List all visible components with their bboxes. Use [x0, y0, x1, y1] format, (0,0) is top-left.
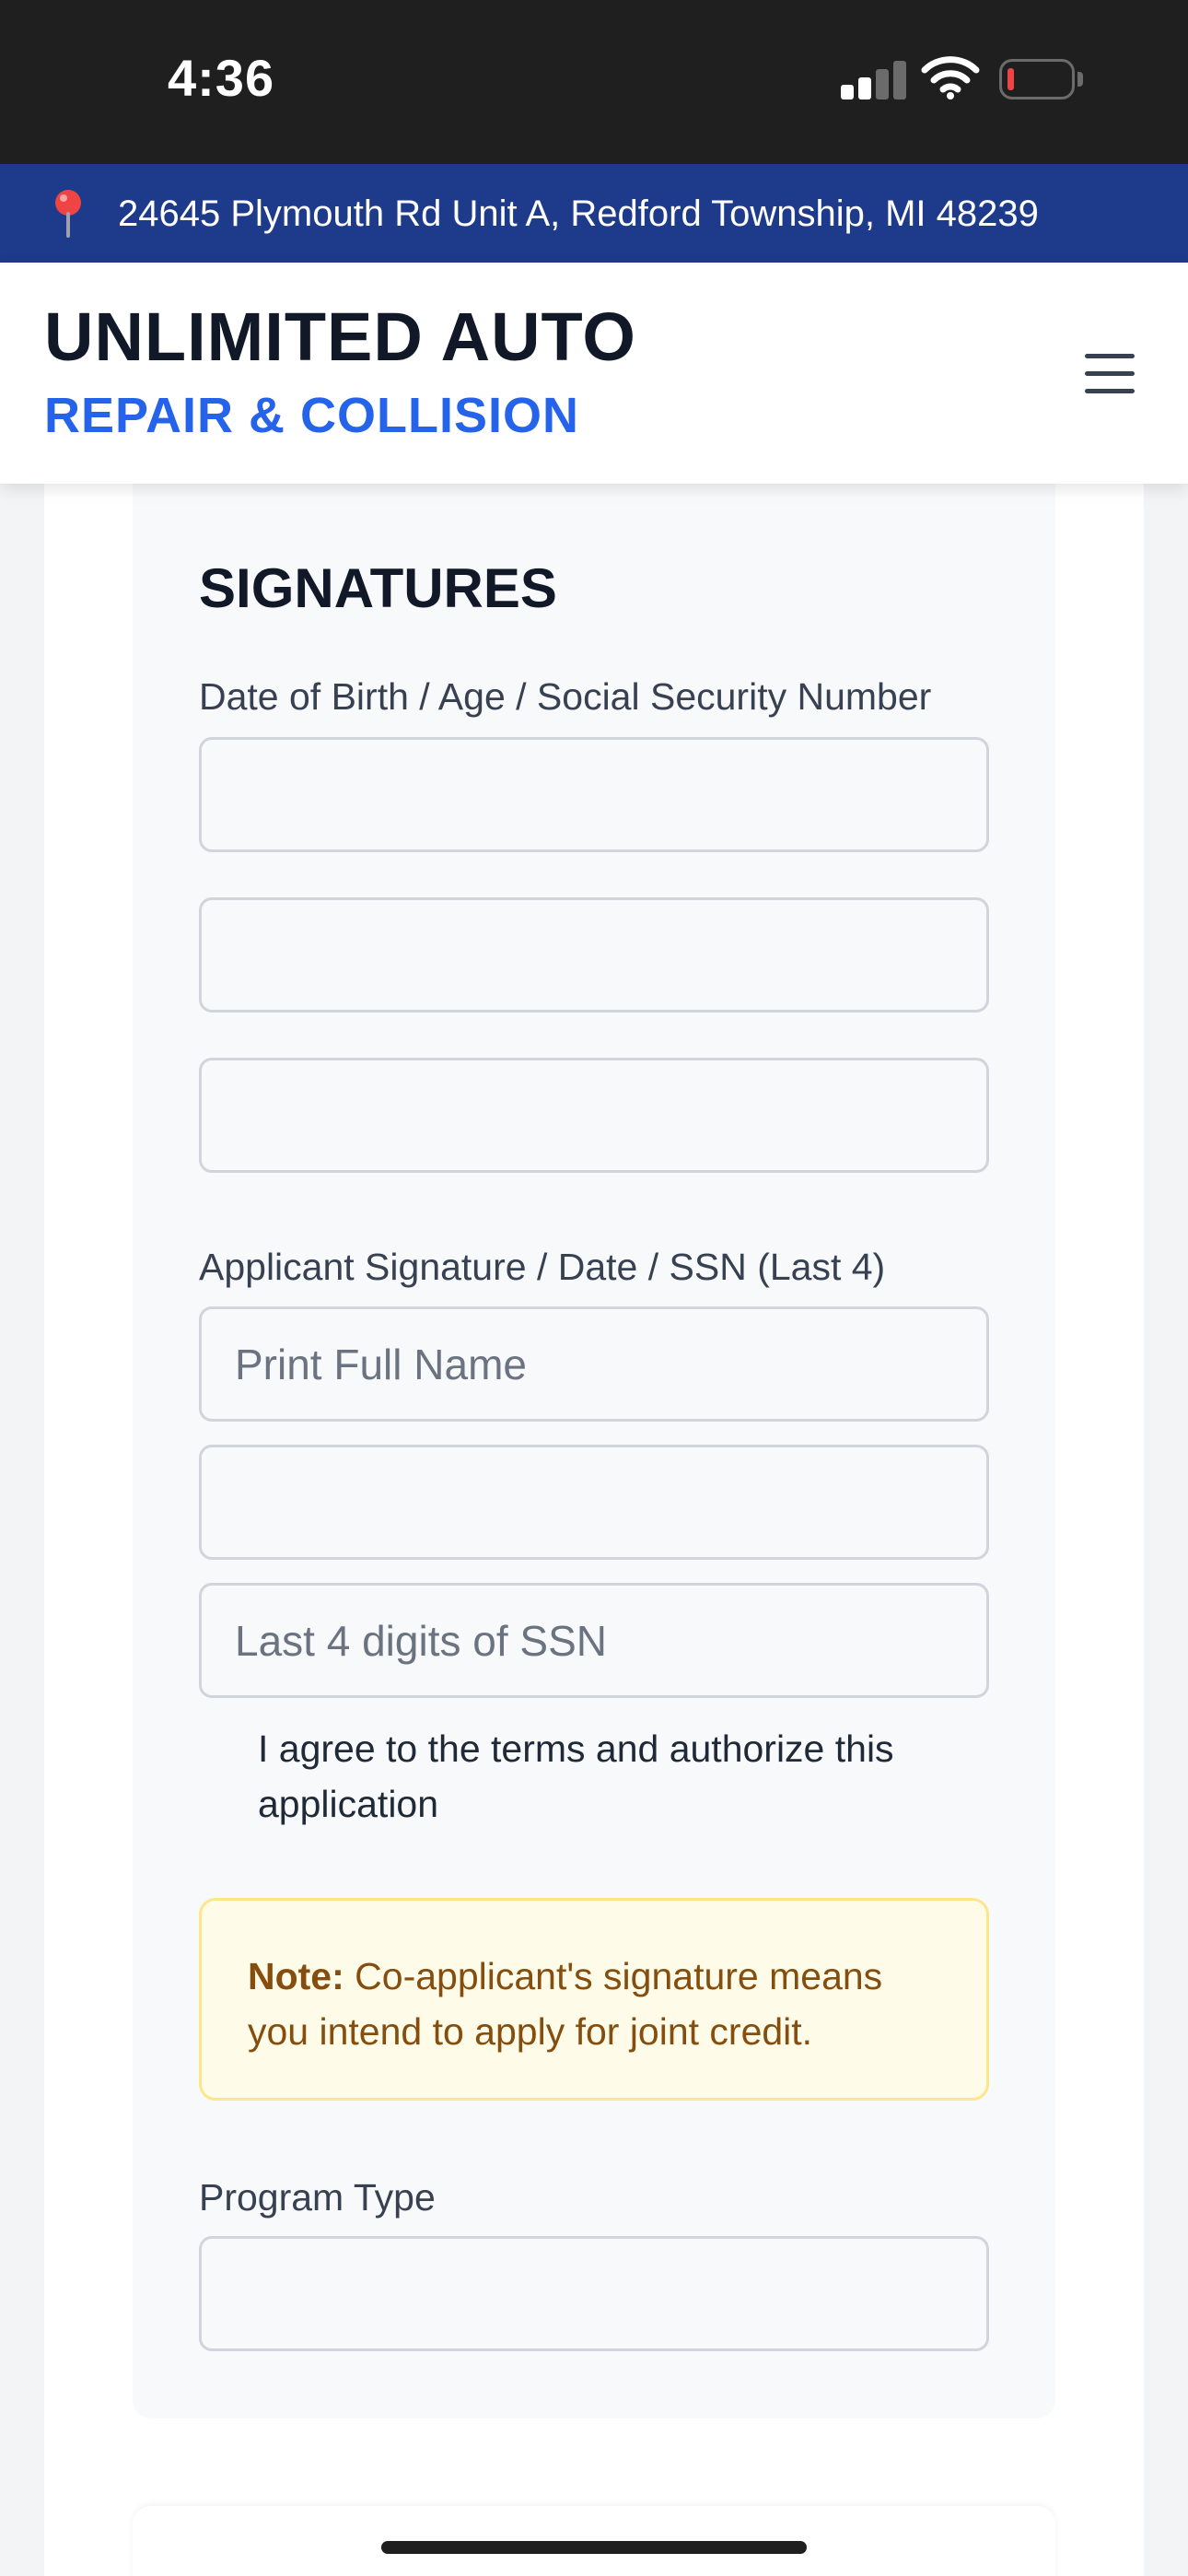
address-text[interactable]: 24645 Plymouth Rd Unit A, Redford Townsh… — [118, 193, 1039, 235]
status-bar: 4:36 — [0, 0, 1188, 164]
applicant-group-label: Applicant Signature / Date / SSN (Last 4… — [199, 1246, 886, 1288]
brand-name[interactable]: UNLIMITED AUTO — [44, 298, 636, 376]
address-bar: 24645 Plymouth Rd Unit A, Redford Townsh… — [0, 164, 1188, 263]
date-of-birth-input[interactable] — [199, 737, 989, 852]
site-header: UNLIMITED AUTO REPAIR & COLLISION — [0, 263, 1188, 484]
co-applicant-note: Note: Co-applicant's signature means you… — [199, 1898, 989, 2101]
dob-group-label: Date of Birth / Age / Social Security Nu… — [199, 675, 932, 718]
program-type-input[interactable] — [199, 2236, 989, 2351]
signal-icon — [841, 61, 906, 100]
note-prefix: Note: — [248, 1955, 344, 1997]
signature-date-input[interactable] — [199, 1445, 989, 1560]
map-pin-icon — [55, 190, 81, 238]
home-indicator[interactable] — [381, 2541, 807, 2554]
ssn-last4-input[interactable] — [199, 1583, 989, 1698]
age-input[interactable] — [199, 897, 989, 1013]
agree-checkbox-label[interactable]: I agree to the terms and authorize this … — [258, 1721, 958, 1832]
wifi-icon — [921, 56, 980, 100]
battery-icon — [999, 59, 1084, 100]
program-type-label: Program Type — [199, 2176, 436, 2219]
hamburger-menu-icon[interactable] — [1077, 341, 1142, 405]
full-name-input[interactable] — [199, 1306, 989, 1422]
ssn-input[interactable] — [199, 1058, 989, 1173]
section-title: SIGNATURES — [199, 557, 557, 619]
status-time: 4:36 — [168, 49, 275, 107]
brand-tagline[interactable]: REPAIR & COLLISION — [44, 387, 579, 444]
